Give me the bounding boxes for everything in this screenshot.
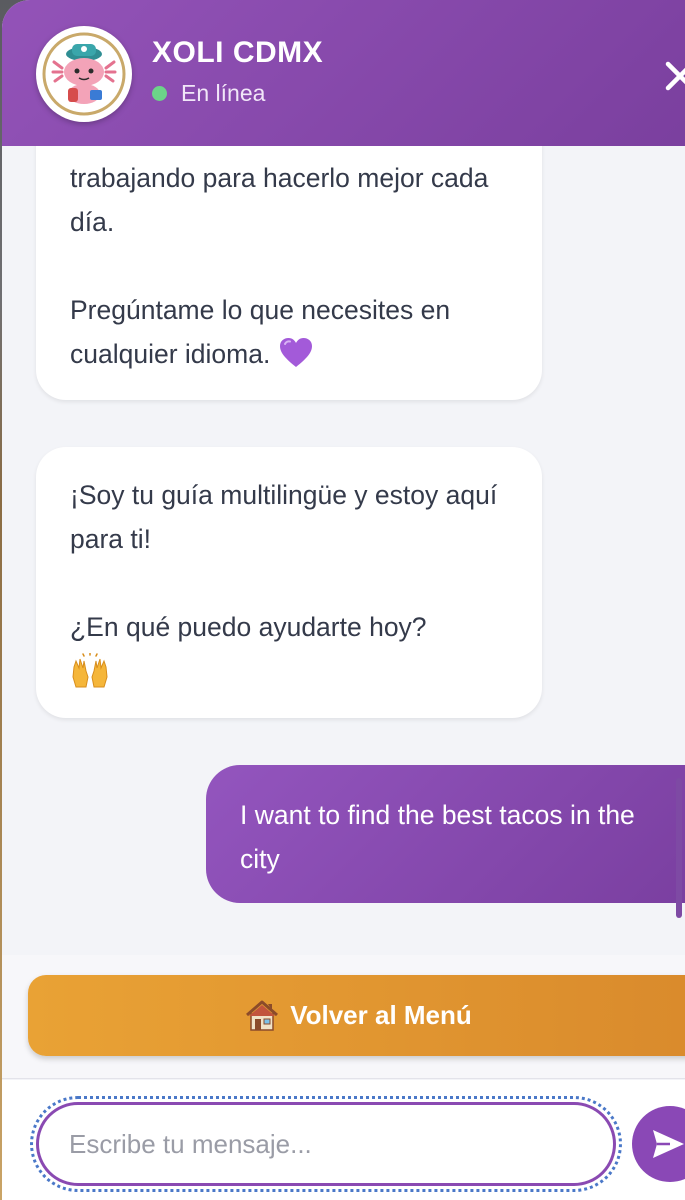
chat-widget: trabajando para hacerlo mejor cada día. … [2, 0, 685, 1200]
menu-bar: Volver al Menú [2, 955, 685, 1079]
scrollbar-thumb[interactable] [676, 778, 682, 918]
message-paragraph: Pregúntame lo que necesites en cualquier… [70, 288, 508, 382]
raising-hands-icon [70, 652, 508, 702]
send-button[interactable] [632, 1106, 685, 1182]
online-status: En línea [152, 80, 265, 107]
message-paragraph: trabajando para hacerlo mejor cada día. [70, 163, 489, 237]
message-paragraph: ¿En qué puedo ayudarte hoy? [70, 612, 427, 642]
message-paragraph: ¡Soy tu guía multilingüe y estoy aquí pa… [70, 480, 498, 554]
close-icon[interactable] [660, 56, 685, 96]
back-to-menu-button[interactable]: Volver al Menú [28, 975, 685, 1056]
purple-heart-icon [278, 337, 314, 382]
axolotl-mascot-icon [36, 26, 132, 122]
send-icon [653, 1130, 684, 1158]
message-text: Pregúntame lo que necesites en cualquier… [70, 295, 451, 369]
status-dot-icon [152, 86, 167, 101]
bot-message: ¡Soy tu guía multilingüe y estoy aquí pa… [36, 447, 542, 718]
back-to-menu-label: Volver al Menú [290, 1000, 472, 1030]
chat-title: XOLI CDMX [152, 36, 324, 69]
house-icon [246, 1000, 279, 1031]
user-message: I want to find the best tacos in the cit… [206, 765, 685, 903]
message-input[interactable] [30, 1096, 622, 1192]
chat-header: XOLI CDMX En línea [2, 0, 685, 146]
status-text: En línea [181, 80, 266, 106]
composer [2, 1080, 685, 1200]
